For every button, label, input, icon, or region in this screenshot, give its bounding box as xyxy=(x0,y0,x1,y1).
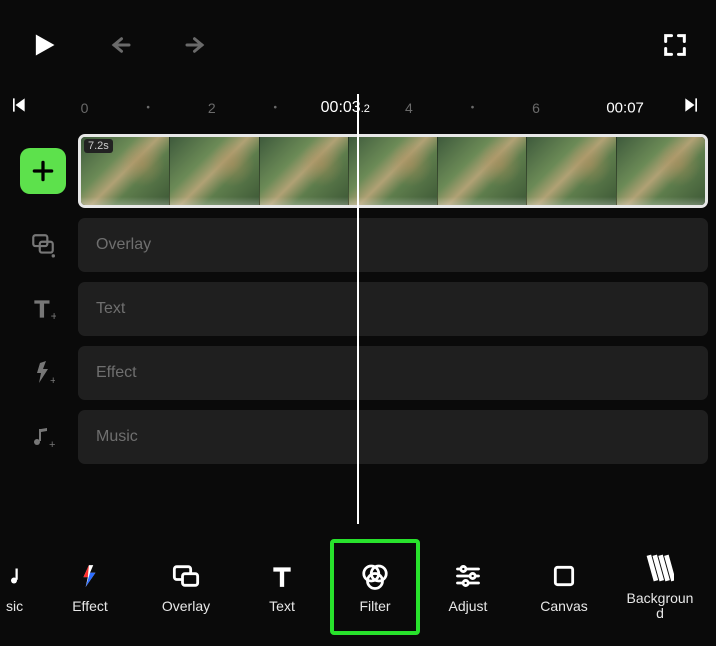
track-label: Text xyxy=(96,300,125,318)
ruler-tick: 2 xyxy=(208,100,216,116)
ruler-track[interactable]: 0 • 2 • 00:03.2 4 • 6 00:07 xyxy=(40,90,676,126)
video-clip[interactable]: 7.2s xyxy=(78,134,708,208)
tool-background[interactable]: Backgroun d xyxy=(612,553,708,620)
fullscreen-button[interactable] xyxy=(658,28,692,62)
tool-text[interactable]: Text xyxy=(234,561,330,614)
filter-icon xyxy=(360,561,390,591)
track-label: Overlay xyxy=(96,236,151,254)
tool-adjust[interactable]: Adjust xyxy=(420,561,516,614)
adjust-icon xyxy=(453,561,483,591)
background-icon xyxy=(645,553,675,583)
tool-label: Backgroun d xyxy=(627,591,694,620)
ruler-tick: 6 xyxy=(532,100,540,116)
overlay-track[interactable]: Overlay xyxy=(78,218,708,272)
skip-start-button[interactable] xyxy=(8,95,34,121)
current-time: 00:03.2 xyxy=(321,99,370,117)
tool-filter[interactable]: Filter xyxy=(330,539,420,635)
text-add-icon[interactable]: + xyxy=(20,286,66,332)
clip-duration-badge: 7.2s xyxy=(84,139,113,153)
tool-canvas[interactable]: Canvas xyxy=(516,561,612,614)
music-icon xyxy=(2,561,32,591)
tool-effect[interactable]: Effect xyxy=(42,561,138,614)
canvas-icon xyxy=(549,561,579,591)
tool-overlay[interactable]: Overlay xyxy=(138,561,234,614)
tool-music-partial[interactable]: sic xyxy=(4,561,42,614)
clip-thumbnail xyxy=(617,137,705,205)
clip-thumbnail xyxy=(170,137,259,205)
undo-button[interactable] xyxy=(104,25,144,65)
redo-button[interactable] xyxy=(172,25,212,65)
text-icon xyxy=(267,561,297,591)
effect-add-icon[interactable]: + xyxy=(20,350,66,396)
music-add-icon[interactable]: + xyxy=(20,414,66,460)
text-track[interactable]: Text xyxy=(78,282,708,336)
music-track[interactable]: Music xyxy=(78,410,708,464)
tool-label: sic xyxy=(4,599,42,614)
svg-text:+: + xyxy=(50,375,55,385)
tool-label: Canvas xyxy=(540,599,587,614)
bottom-toolbar: sic Effect Overlay Text Filter Adjust xyxy=(0,534,716,646)
overlay-icon xyxy=(171,561,201,591)
skip-end-button[interactable] xyxy=(682,95,708,121)
top-controls xyxy=(0,0,716,90)
track-label: Music xyxy=(96,428,138,446)
overlay-add-icon[interactable] xyxy=(20,222,66,268)
clip-thumbnail xyxy=(527,137,616,205)
tool-label: Overlay xyxy=(162,599,210,614)
ruler-dot: • xyxy=(274,103,278,114)
svg-text:+: + xyxy=(49,439,55,449)
svg-text:+: + xyxy=(51,309,56,322)
tool-label: Filter xyxy=(359,599,390,614)
clip-thumbnail xyxy=(260,137,349,205)
clip-thumbnail xyxy=(438,137,527,205)
add-clip-button[interactable] xyxy=(20,148,66,194)
bolt-icon xyxy=(75,561,105,591)
ruler-tick: 4 xyxy=(405,100,413,116)
ruler-tick: 0 xyxy=(81,100,89,116)
ruler-dot: • xyxy=(471,103,475,114)
tool-label: Text xyxy=(269,599,295,614)
clip-thumbnail xyxy=(349,137,438,205)
total-time: 00:07 xyxy=(606,100,644,117)
tool-label: Effect xyxy=(72,599,108,614)
timeline-ruler: 0 • 2 • 00:03.2 4 • 6 00:07 xyxy=(0,90,716,126)
track-label: Effect xyxy=(96,364,137,382)
effect-track[interactable]: Effect xyxy=(78,346,708,400)
tool-label: Adjust xyxy=(449,599,488,614)
play-button[interactable] xyxy=(24,25,64,65)
tracks-area: 7.2s Overlay + Text xyxy=(0,126,716,474)
ruler-dot: • xyxy=(146,103,150,114)
